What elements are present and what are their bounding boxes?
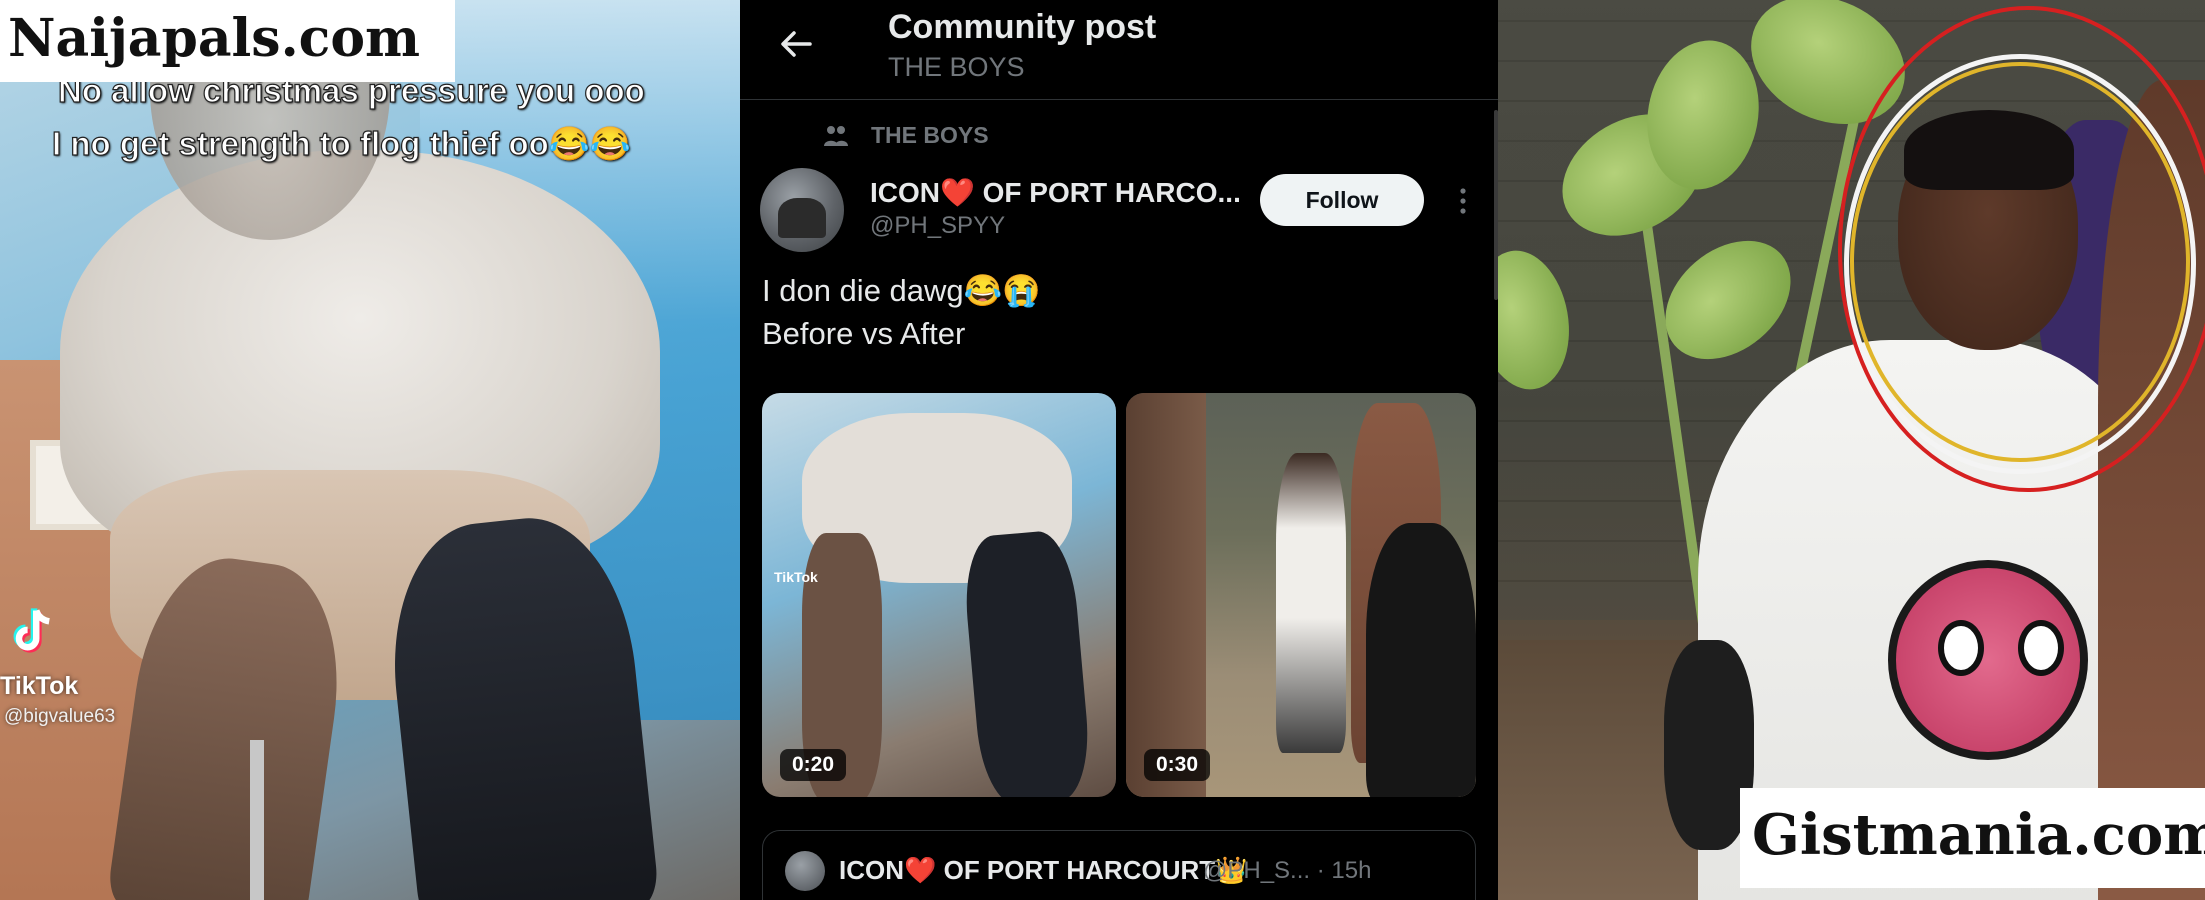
tiktok-icon	[13, 608, 50, 653]
video-thumbnail-1[interactable]: TikTok 0:20	[762, 393, 1116, 797]
more-vertical-icon[interactable]	[1458, 186, 1468, 216]
people-icon	[824, 126, 848, 146]
post-text-line1: I don die dawg😂😭	[762, 273, 1041, 308]
thumbnail-leg	[960, 528, 1094, 797]
left-video-frame: TikTok @bigvalue63 No allow christmas pr…	[0, 0, 740, 900]
watermark-naijapals: Naijapals.com	[0, 0, 455, 82]
quoted-handle-time: @PH_S... · 15h	[1203, 857, 1372, 884]
tiktok-handle: @bigvalue63	[4, 706, 116, 727]
video-duration-badge: 0:20	[780, 749, 847, 781]
watermark-text: Naijapals.com	[8, 8, 421, 69]
thumbnail-person	[1276, 453, 1346, 753]
top-header: Community post THE BOYS	[740, 0, 1498, 100]
author-name[interactable]: ICON❤️ OF PORT HARCO...	[870, 176, 1241, 209]
highlight-circle-yellow	[1850, 62, 2190, 462]
thumbnail-person	[1366, 523, 1476, 797]
watermark-gistmania: Gistmania.com	[1740, 788, 2205, 888]
avatar[interactable]	[760, 168, 844, 252]
avatar[interactable]	[785, 851, 825, 891]
page-title: Community post	[888, 8, 1157, 46]
video-duration-badge: 0:30	[1144, 749, 1211, 781]
page-subtitle: THE BOYS	[888, 52, 1025, 82]
watermark-text: Gistmania.com	[1752, 802, 2205, 868]
arrow-left-icon[interactable]	[776, 24, 816, 64]
community-label: THE BOYS	[871, 122, 989, 148]
quoted-author-name[interactable]: ICON❤️ OF PORT HARCOURT👑	[839, 855, 1248, 886]
twitter-community-post-screen: Community post THE BOYS THE BOYS ICON❤️ …	[740, 0, 1498, 900]
shirt-graphic-eye	[2018, 620, 2064, 676]
follow-button[interactable]: Follow	[1260, 174, 1424, 226]
background-pole	[250, 740, 264, 900]
thumbnail-tiktok-watermark: TikTok	[774, 569, 818, 585]
thumbnail-blur	[1126, 393, 1206, 797]
right-photo-frame	[1498, 0, 2205, 900]
video-thumbnail-2[interactable]: 0:30	[1126, 393, 1476, 797]
tiktok-label: TikTok	[0, 672, 79, 700]
author-handle[interactable]: @PH_SPYY	[870, 212, 1005, 240]
shirt-graphic-eye	[1938, 620, 1984, 676]
post-text-line2: Before vs After	[762, 316, 966, 351]
video-caption-line2: I no get strength to flog thief oo😂😂	[51, 124, 631, 162]
quoted-post-card[interactable]: ICON❤️ OF PORT HARCOURT👑 @PH_S... · 15h	[762, 830, 1476, 900]
